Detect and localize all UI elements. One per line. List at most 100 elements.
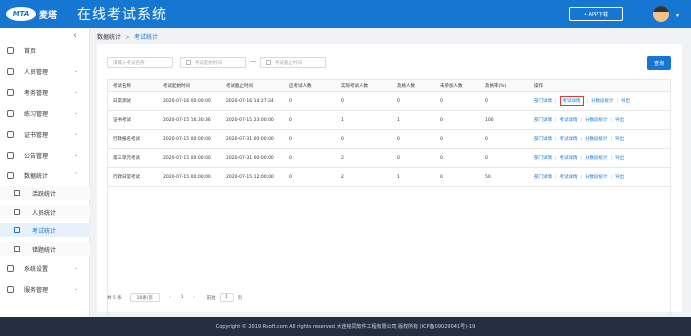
sidebar-item-system-settings[interactable]: 系统设置 ⌄ [0,261,90,275]
actual-count-cell: 0 [341,98,344,104]
op-separator: | [580,155,583,161]
pagination: 共 5 条 10条/页 ‹ 1 › 前往 1 页 [107,293,242,302]
column-header: 及格人数 [397,83,415,89]
op-separator: | [586,98,589,104]
absent-count-cell: 0 [440,98,443,104]
pass-count-cell: 0 [397,155,400,161]
export-link[interactable]: 导出 [615,174,624,180]
op-separator: | [580,174,583,180]
table-row: 证书考试 2020-07-15 16:30:36 2020-07-15 23:0… [108,111,670,130]
department-details-link[interactable]: 部门详情 [534,98,552,104]
service-icon [7,285,14,293]
table-row: 日常测试 2020-07-16 00:00:00 2020-07-16 14:2… [108,92,670,111]
table-row: 行政日常考试 2020-07-15 00:00:00 2020-07-15 12… [108,168,670,187]
score-range-stats-link[interactable]: 分数段统计 [585,174,608,180]
exam-details-link[interactable]: 考试详情 [560,174,578,180]
logo: MTA 麦塔 [6,7,57,21]
sidebar-item-label: 证书管理 [24,131,49,139]
avatar-caret-icon[interactable]: ▾ [676,12,679,19]
sidebar-item-statistics[interactable]: 数据统计 ⌃ [0,168,90,182]
exam-name-input[interactable]: 请输入考试名称 [107,57,173,68]
sidebar-item-label: 公告管理 [24,152,49,160]
sidebar-item-certificates[interactable]: 证书管理 ⌄ [0,127,90,141]
department-details-link[interactable]: 部门详情 [534,174,552,180]
current-page[interactable]: 1 [181,295,184,300]
sidebar-item-service[interactable]: 服务管理 ⌄ [0,282,90,296]
prev-page-button[interactable]: ‹ [166,293,175,302]
app-download-button[interactable]: • APP下载 [569,7,623,21]
sidebar-item-personnel[interactable]: 人员管理 ⌄ [0,64,90,78]
sidebar-subitem-mistakes[interactable]: 错题统计 [0,242,90,256]
pass-count-cell: 1 [397,174,400,180]
pass-count-cell: 0 [397,98,400,104]
start-time-placeholder: 考试起始时间 [195,60,222,66]
score-range-stats-link[interactable]: 分数段统计 [591,98,614,104]
export-link[interactable]: 导出 [621,98,630,104]
pass-rate-cell: 50 [485,174,491,180]
table-row: 第三单元考试 2020-07-15 00:00:00 2020-07-31 00… [108,149,670,168]
sidebar-subitem-activity[interactable]: 活跃统计 [0,186,90,200]
absent-count-cell: 0 [440,155,443,161]
chevron-up-icon: ⌃ [74,172,79,178]
sidebar-item-notices[interactable]: 公告管理 ⌄ [0,148,90,162]
certificate-icon [7,130,14,138]
start-time-input[interactable]: 考试起始时间 [180,57,246,68]
table-row: 行政报名考试 2020-07-15 00:00:00 2020-07-31 00… [108,130,670,149]
score-range-stats-link[interactable]: 分数段统计 [585,117,608,123]
department-details-link[interactable]: 部门详情 [534,136,552,142]
ops-cell: 部门详情 | 考试详情 | 分数段统计 | 导出 [529,130,670,148]
end-time-cell: 2020-07-15 12:00:00 [226,174,274,180]
op-separator: | [555,155,557,161]
column-header: 实际考试人数 [341,83,368,89]
chevron-down-icon: ⌄ [74,152,79,158]
expected-count-cell: 0 [289,136,292,142]
app-title: 在线考试系统 [77,7,168,23]
actual-count-cell: 2 [341,174,344,180]
exam-stats-icon [14,227,20,233]
score-range-stats-link[interactable]: 分数段统计 [585,136,608,142]
exam-name-placeholder: 请输入考试名称 [113,60,145,66]
absent-count-cell: 0 [440,117,443,123]
sidebar-subitem-exam-stats[interactable]: 考试统计 [0,223,90,237]
page-size-select[interactable]: 10条/页 [129,293,160,302]
sidebar-subitem-label: 人员统计 [32,210,57,217]
op-separator: | [555,174,557,180]
op-separator: | [610,117,613,123]
collapse-sidebar-icon[interactable]: ‹ [73,30,77,41]
chevron-down-icon: ⌄ [74,68,79,74]
score-range-stats-link[interactable]: 分数段统计 [585,155,608,161]
mistakes-icon [14,246,20,252]
department-details-link[interactable]: 部门详情 [534,155,552,161]
goto-page-input[interactable]: 1 [219,293,234,302]
expected-count-cell: 0 [289,155,292,161]
sidebar-item-exam-affairs[interactable]: 考务管理 ⌄ [0,85,90,99]
end-time-cell: 2020-07-31 00:00:00 [226,155,274,161]
exam-name-cell: 行政报名考试 [113,137,140,142]
main-panel: 请输入考试名称 考试起始时间 — 考试截止时间 查询 考试名称 考试起始时间 考… [97,44,682,326]
breadcrumb-current: 考试统计 [134,34,159,41]
exam-details-link[interactable]: 考试详情 [560,117,578,123]
exam-details-link[interactable]: 考试详情 [560,136,578,142]
avatar[interactable] [653,6,669,22]
chevron-down-icon: ⌄ [74,286,79,292]
next-page-button[interactable]: › [190,293,199,302]
sidebar: ‹ 首页 人员管理 ⌄ 考务管理 ⌄ 练习管理 ⌄ 证书管理 ⌄ 公告管理 ⌄ … [0,28,90,317]
start-time-cell: 2020-07-16 00:00:00 [163,98,211,104]
export-link[interactable]: 导出 [615,155,624,161]
ops-cell: 部门详情 | 考试详情 | 分数段统计 | 导出 [529,149,670,167]
export-link[interactable]: 导出 [615,136,624,142]
breadcrumb-separator: > [125,34,131,41]
exam-details-link[interactable]: 考试详情 [560,155,578,161]
practice-icon [7,109,14,117]
sidebar-item-practice[interactable]: 练习管理 ⌄ [0,106,90,120]
sidebar-subitem-personnel-stats[interactable]: 人员统计 [0,205,90,219]
query-button[interactable]: 查询 [647,56,671,70]
end-time-input[interactable]: 考试截止时间 [260,57,326,68]
department-details-link[interactable]: 部门详情 [534,117,552,123]
avatar-hair [653,6,669,12]
export-link[interactable]: 导出 [615,117,624,123]
sidebar-item-home[interactable]: 首页 [0,43,90,57]
breadcrumb-parent[interactable]: 数据统计 [97,34,121,41]
exam-details-link[interactable]: 考试详情 [559,96,584,106]
logo-badge: MTA [6,7,36,21]
